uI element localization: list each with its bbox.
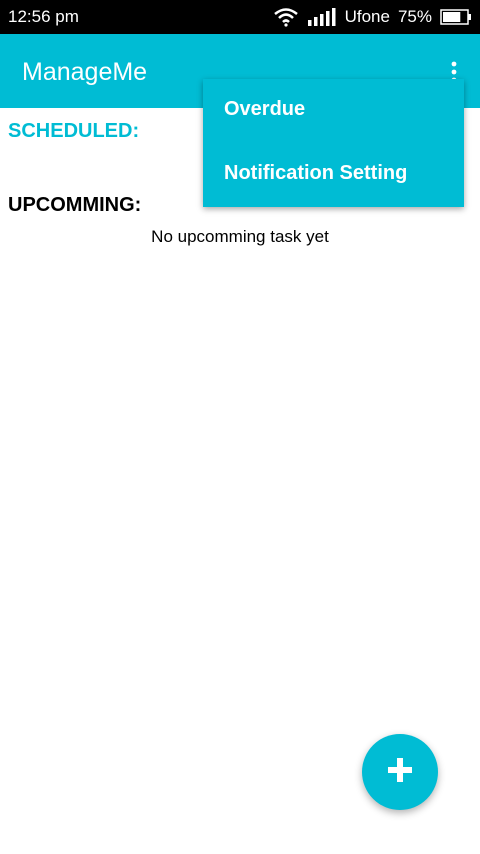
plus-icon [387, 757, 413, 788]
add-task-button[interactable] [362, 734, 438, 810]
menu-item-notification-setting[interactable]: Notification Setting [224, 162, 407, 185]
menu-item-overdue[interactable]: Overdue [224, 98, 305, 121]
upcoming-empty-text: No upcomming task yet [151, 227, 329, 246]
status-time: 12:56 pm [8, 7, 79, 26]
battery-icon [440, 9, 472, 25]
status-indicators: Ufone 75% [273, 5, 472, 29]
wifi-icon [273, 7, 299, 27]
status-bar: 12:56 pm Ufone 75% [0, 0, 480, 34]
signal-icon [307, 7, 337, 27]
carrier-name: Ufone [344, 7, 390, 26]
scheduled-title: SCHEDULED: [8, 120, 140, 142]
overflow-menu: Overdue Notification Setting [203, 79, 464, 207]
app-title: ManageMe [22, 58, 148, 86]
upcoming-title: UPCOMMING: [8, 194, 142, 216]
battery-percent: 75% [397, 7, 432, 26]
